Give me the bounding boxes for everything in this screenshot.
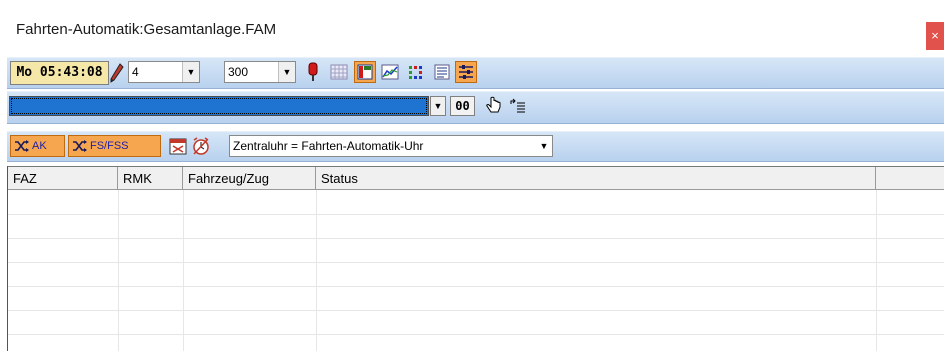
app-window: Fahrten-Automatik:Gesamtanlage.FAM × Mo …: [0, 0, 944, 351]
row-divider: [8, 262, 944, 263]
chevron-down-icon[interactable]: ▼: [430, 96, 446, 116]
speed-select[interactable]: 300 ▼: [224, 61, 296, 83]
toolbar-mode: AK FS/FSS Zentraluhr = Fahrten-Automatik…: [7, 131, 944, 162]
ak-button[interactable]: AK: [10, 135, 65, 157]
alarm-clock-icon[interactable]: [191, 136, 211, 156]
list-view-icon[interactable]: [432, 62, 452, 82]
settings-sliders-icon[interactable]: [455, 61, 477, 83]
ak-label: AK: [32, 140, 47, 152]
row-divider: [8, 334, 944, 335]
speed-select-value: 300: [228, 65, 249, 79]
interval-select-value: 4: [132, 65, 139, 79]
row-divider: [8, 286, 944, 287]
shuffle-icon: [15, 140, 29, 152]
column-header-status[interactable]: Status: [316, 167, 876, 190]
toolbar-clock: Mo 05:43:08 4 ▼ 300 ▼: [7, 57, 944, 89]
chevron-down-icon[interactable]: ▼: [278, 62, 295, 82]
column-header-faz[interactable]: FAZ: [8, 167, 118, 190]
number-box[interactable]: 00: [450, 96, 475, 116]
column-header-filler: [876, 167, 944, 190]
pencil-icon[interactable]: [110, 63, 124, 83]
column-header-rmk[interactable]: RMK: [118, 167, 183, 190]
red-signal-icon[interactable]: [303, 62, 323, 82]
toolbar-progress: ▼ 00: [7, 91, 944, 124]
progress-select[interactable]: [9, 96, 429, 116]
grid-view-icon[interactable]: [329, 62, 349, 82]
clock-source-select[interactable]: Zentraluhr = Fahrten-Automatik-Uhr ▼: [229, 135, 553, 157]
shuffle-icon: [73, 140, 87, 152]
fsfss-button[interactable]: FS/FSS: [68, 135, 161, 157]
list-step-icon[interactable]: [508, 96, 528, 116]
chart-icon[interactable]: [380, 62, 400, 82]
chevron-down-icon[interactable]: ▼: [536, 136, 552, 156]
column-header-vehicle[interactable]: Fahrzeug/Zug: [183, 167, 316, 190]
window-title: Fahrten-Automatik:Gesamtanlage.FAM: [16, 21, 277, 38]
hand-pointer-icon[interactable]: [484, 96, 504, 116]
title-bar: Fahrten-Automatik:Gesamtanlage.FAM ×: [0, 0, 944, 50]
row-divider: [8, 310, 944, 311]
row-divider: [8, 214, 944, 215]
vehicle-table: FAZ RMK Fahrzeug/Zug Status: [7, 166, 944, 351]
fsfss-label: FS/FSS: [90, 140, 129, 152]
color-table-icon[interactable]: [354, 61, 376, 83]
clock-source-value: Zentraluhr = Fahrten-Automatik-Uhr: [233, 139, 424, 153]
interval-select[interactable]: 4 ▼: [128, 61, 200, 83]
calendar-icon[interactable]: [168, 136, 188, 156]
table-header: FAZ RMK Fahrzeug/Zug Status: [8, 166, 944, 190]
dots-matrix-icon[interactable]: [406, 62, 426, 82]
chevron-down-icon[interactable]: ▼: [182, 62, 199, 82]
row-divider: [8, 238, 944, 239]
clock-display[interactable]: Mo 05:43:08: [10, 61, 109, 85]
close-button[interactable]: ×: [926, 22, 944, 50]
